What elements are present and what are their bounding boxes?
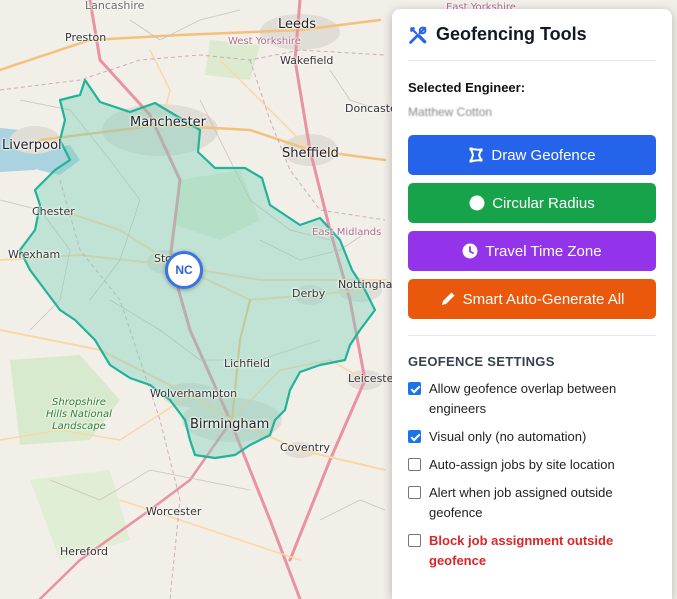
map-label-chester: Chester [32, 205, 75, 218]
setting-block-outside[interactable]: Block job assignment outside geofence [408, 531, 656, 571]
setting-checkbox[interactable] [408, 486, 421, 499]
setting-label: Visual only (no automation) [429, 429, 587, 444]
panel-divider [408, 335, 656, 336]
geofence-settings-heading: GEOFENCE SETTINGS [408, 354, 555, 369]
setting-alert-outside[interactable]: Alert when job assigned outside geofence [408, 483, 656, 523]
setting-checkbox[interactable] [408, 534, 421, 547]
map-label-wolverhampton: Wolverhampton [150, 387, 238, 400]
setting-label: Allow geofence overlap between engineers [429, 381, 617, 416]
engineer-marker[interactable]: NC [165, 251, 203, 289]
setting-label: Block job assignment outside geofence [429, 533, 614, 568]
map-label-leicester: Leicester [348, 372, 398, 385]
setting-visual-only[interactable]: Visual only (no automation) [408, 427, 656, 447]
geofence-settings-list: Allow geofence overlap between engineers… [408, 379, 656, 571]
draw-geofence-label: Draw Geofence [491, 146, 596, 164]
map-label-east-midlands: East Midlands [312, 227, 382, 238]
map-label-lichfield: Lichfield [224, 357, 270, 370]
map-label-liverpool: Liverpool [2, 138, 62, 153]
map-label-derby: Derby [292, 287, 326, 300]
map-label-leeds: Leeds [278, 17, 317, 32]
selected-engineer-name: Matthew Cotton [408, 105, 493, 119]
polygon-icon [469, 147, 483, 163]
map-label-hereford: Hereford [60, 545, 109, 558]
tools-icon [409, 26, 427, 44]
pencil-icon [441, 292, 455, 305]
engineer-marker-initials: NC [175, 263, 193, 277]
setting-auto-assign[interactable]: Auto-assign jobs by site location [408, 455, 656, 475]
circular-radius-button[interactable]: Circular Radius [408, 183, 656, 223]
map-label-manchester: Manchester [130, 115, 207, 130]
map-label-coventry: Coventry [280, 441, 331, 454]
setting-checkbox[interactable] [408, 382, 421, 395]
setting-label: Auto-assign jobs by site location [429, 457, 615, 472]
travel-time-zone-label: Travel Time Zone [485, 242, 602, 260]
circle-icon [469, 195, 485, 211]
setting-checkbox[interactable] [408, 430, 421, 443]
selected-engineer-label: Selected Engineer: [408, 80, 526, 95]
map-label-shropshire-hills: Shropshire Hills National Landscape [46, 397, 112, 432]
map-label-birmingham: Birmingham [190, 417, 270, 432]
panel-header: Geofencing Tools [408, 9, 656, 61]
draw-geofence-button[interactable]: Draw Geofence [408, 135, 656, 175]
circular-radius-label: Circular Radius [492, 194, 595, 212]
map-label-preston: Preston [65, 31, 107, 44]
map-label-lancashire: Lancashire [85, 0, 145, 12]
map-label-sheffield: Sheffield [282, 146, 339, 161]
clock-icon [462, 243, 478, 259]
map-label-west-yorkshire: West Yorkshire [228, 36, 301, 47]
travel-time-zone-button[interactable]: Travel Time Zone [408, 231, 656, 271]
setting-checkbox[interactable] [408, 458, 421, 471]
map-label-worcester: Worcester [146, 505, 202, 518]
smart-auto-generate-button[interactable]: Smart Auto-Generate All [408, 279, 656, 319]
smart-auto-generate-label: Smart Auto-Generate All [462, 290, 625, 308]
geofencing-tools-panel: Geofencing Tools Selected Engineer: Matt… [392, 9, 672, 599]
setting-label: Alert when job assigned outside geofence [429, 485, 613, 520]
setting-allow-overlap[interactable]: Allow geofence overlap between engineers [408, 379, 656, 419]
panel-title: Geofencing Tools [436, 24, 587, 44]
map-label-wakefield: Wakefield [280, 54, 334, 67]
map-label-wrexham: Wrexham [8, 248, 61, 261]
